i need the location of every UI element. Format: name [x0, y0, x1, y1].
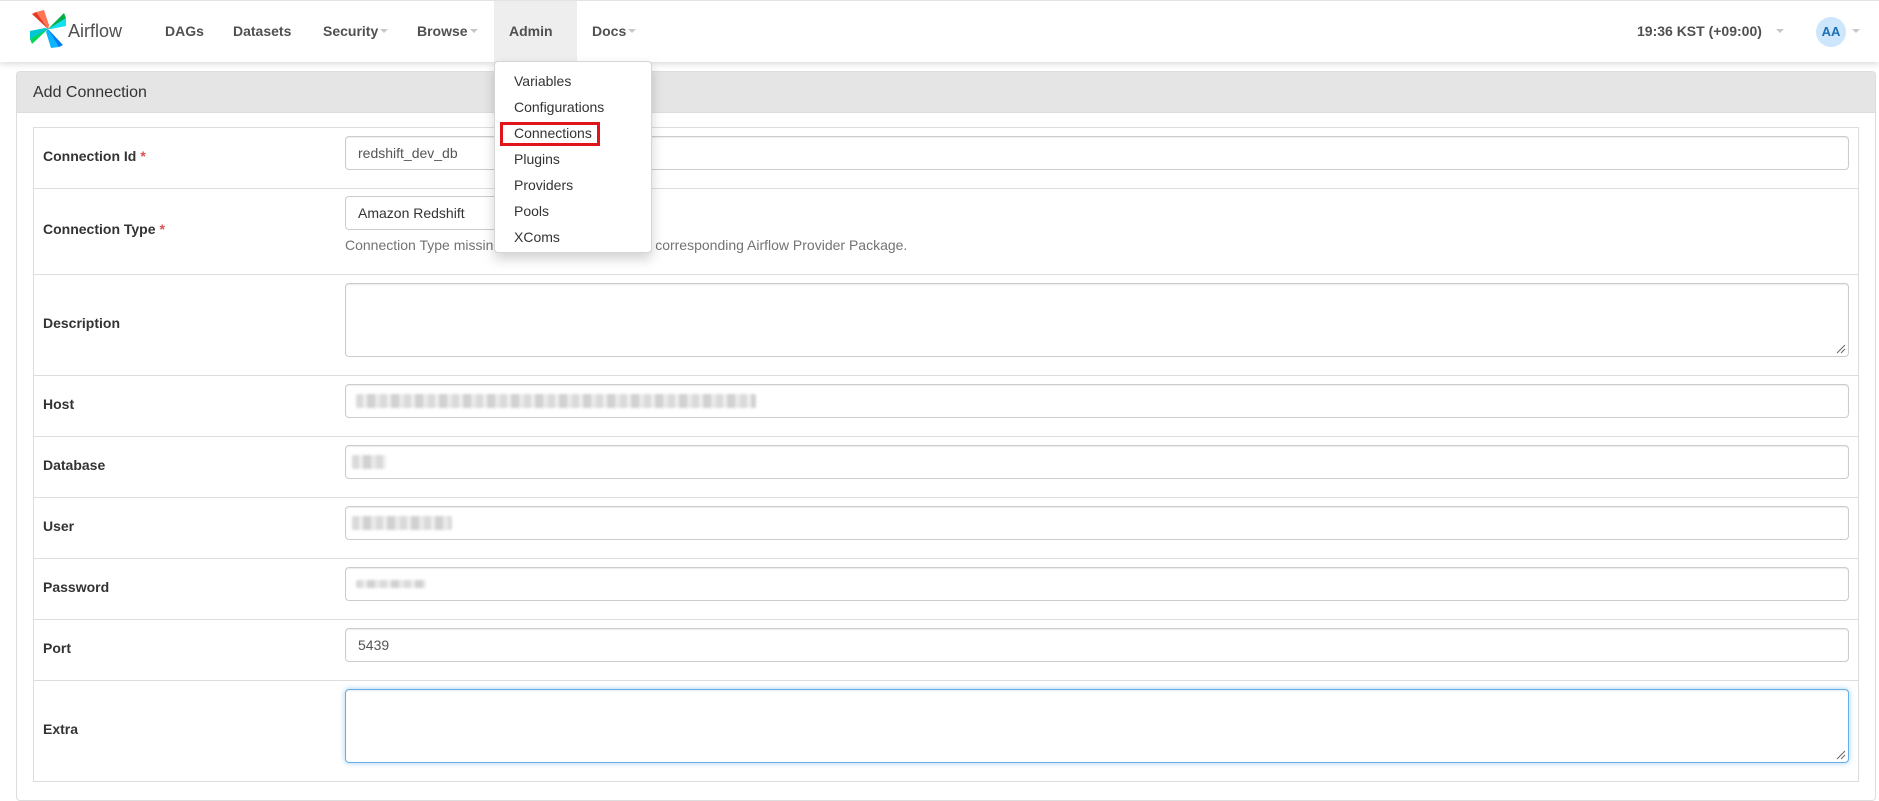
extra-textarea[interactable]: [345, 689, 1849, 763]
password-label: Password: [43, 579, 110, 595]
menu-item-plugins[interactable]: Plugins: [495, 146, 651, 172]
nav-docs[interactable]: Docs: [577, 1, 651, 62]
brand[interactable]: Airflow: [30, 10, 122, 50]
panel-title: Add Connection: [17, 72, 1875, 113]
menu-item-pools[interactable]: Pools: [495, 198, 651, 224]
chevron-down-icon: [628, 29, 637, 34]
top-navbar: Airflow DAGs Datasets Security Browse Ad…: [0, 0, 1879, 95]
menu-item-connections[interactable]: Connections: [495, 120, 651, 146]
redacted-value: [352, 455, 386, 469]
extra-label: Extra: [43, 721, 79, 737]
menu-item-label: Configurations: [514, 99, 605, 115]
database-input[interactable]: [345, 445, 1849, 479]
description-label: Description: [43, 315, 121, 331]
connection-type-select[interactable]: Amazon Redshift: [345, 196, 505, 230]
menu-item-label: Pools: [514, 203, 550, 219]
form-row-host: Host: [34, 376, 1858, 437]
label-text: Connection Type: [43, 221, 156, 237]
select-value: Amazon Redshift: [358, 205, 465, 221]
host-input[interactable]: [345, 384, 1849, 418]
chevron-down-icon: [380, 29, 389, 34]
chevron-down-icon: [469, 29, 478, 34]
form-row-connection-id: Connection Id * redshift_dev_db: [34, 128, 1858, 189]
menu-item-variables[interactable]: Variables: [495, 68, 651, 94]
help-text-left: Connection Type missin: [345, 237, 494, 253]
brand-name: Airflow: [68, 21, 123, 41]
chevron-down-icon: [1852, 29, 1860, 33]
nav-dags-label: DAGs: [165, 23, 204, 39]
form-row-extra: Extra: [34, 681, 1858, 782]
nav-browse-label: Browse: [417, 23, 468, 39]
form-row-user: User: [34, 498, 1858, 559]
menu-item-label: XComs: [514, 229, 560, 245]
label-text: Connection Id: [43, 148, 137, 164]
required-marker: *: [140, 148, 146, 164]
form-row-port: Port 5439: [34, 620, 1858, 681]
nav-security-label: Security: [323, 23, 379, 39]
redacted-value: [356, 394, 756, 408]
menu-item-xcoms[interactable]: XComs: [495, 224, 651, 250]
menu-item-label: Providers: [514, 177, 574, 193]
menu-item-label: Connections: [514, 125, 592, 141]
nav-docs-label: Docs: [592, 23, 627, 39]
menu-item-label: Plugins: [514, 151, 560, 167]
menu-item-label: Variables: [514, 73, 572, 89]
nav-admin-label: Admin: [509, 23, 553, 39]
admin-dropdown-menu: Variables Configurations Connections Plu…: [494, 61, 652, 253]
resize-handle-icon[interactable]: [1836, 750, 1846, 760]
host-label: Host: [43, 396, 75, 412]
database-label: Database: [43, 457, 106, 473]
menu-item-providers[interactable]: Providers: [495, 172, 651, 198]
chevron-down-icon: [1775, 29, 1784, 34]
form-row-database: Database: [34, 437, 1858, 498]
description-textarea[interactable]: [345, 283, 1849, 357]
nav-datasets-label: Datasets: [233, 23, 292, 39]
user-label: User: [43, 518, 75, 534]
menu-item-configurations[interactable]: Configurations: [495, 94, 651, 120]
nav-dags[interactable]: DAGs: [150, 1, 219, 62]
form-row-connection-type: Connection Type * Amazon Redshift Connect…: [34, 189, 1858, 275]
nav-datasets[interactable]: Datasets: [218, 1, 306, 62]
airflow-logo-icon: [30, 10, 66, 48]
form-row-description: Description: [34, 275, 1858, 376]
user-menu[interactable]: AA: [1816, 17, 1860, 47]
input-value: 5439: [358, 637, 390, 653]
connection-type-label: Connection Type *: [43, 221, 165, 237]
timezone-clock[interactable]: 19:36 KST (+09:00): [1637, 1, 1784, 62]
port-input[interactable]: 5439: [345, 628, 1849, 662]
port-label: Port: [43, 640, 71, 656]
redacted-value: [356, 580, 426, 588]
nav-admin[interactable]: Admin: [494, 1, 577, 95]
clock-label: 19:36 KST (+09:00): [1637, 23, 1762, 39]
input-value: redshift_dev_db: [358, 145, 458, 161]
required-marker: *: [159, 221, 165, 237]
redacted-value: [352, 516, 452, 530]
password-input[interactable]: [345, 567, 1849, 601]
nav-browse[interactable]: Browse: [402, 1, 493, 62]
add-connection-panel: Add Connection Connection Id * redshift_d…: [16, 71, 1876, 801]
connection-id-label: Connection Id *: [43, 148, 146, 164]
user-input[interactable]: [345, 506, 1849, 540]
form-row-password: Password: [34, 559, 1858, 620]
resize-handle-icon[interactable]: [1836, 344, 1846, 354]
connection-form: Connection Id * redshift_dev_db Connectio…: [33, 127, 1859, 782]
avatar: AA: [1816, 17, 1846, 47]
nav-security[interactable]: Security: [308, 1, 403, 62]
